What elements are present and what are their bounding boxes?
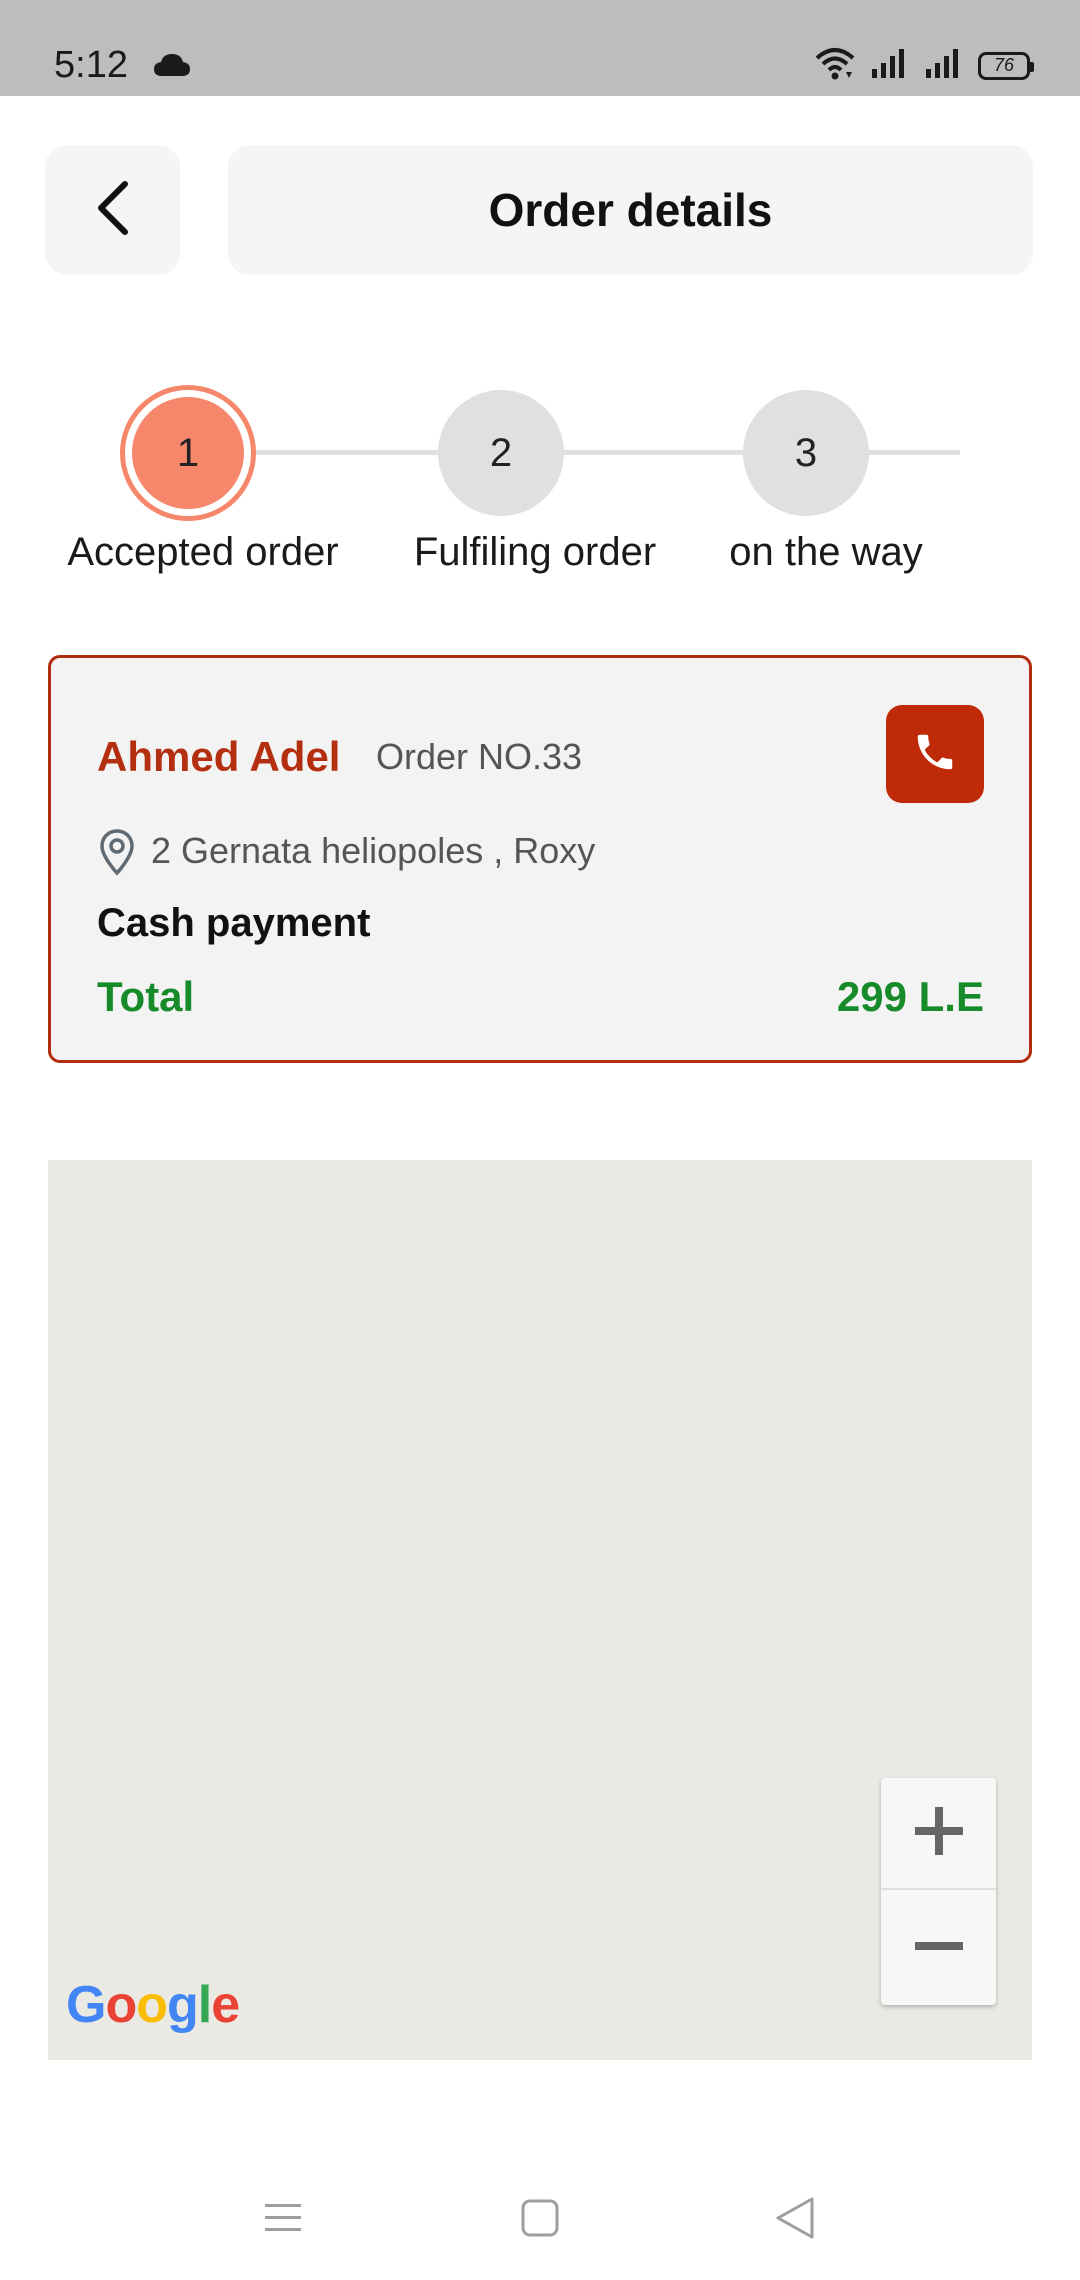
step-1-circle[interactable]: 1	[125, 390, 251, 516]
total-label: Total	[97, 973, 195, 1020]
status-bar: 5:12 76	[0, 0, 1080, 96]
step-3-label: on the way	[729, 530, 923, 574]
home-button[interactable]	[505, 2190, 575, 2250]
status-time: 5:12	[54, 44, 128, 86]
step-2-label: Fulfiling order	[413, 530, 657, 574]
battery-icon: 76	[978, 51, 1034, 80]
home-square-icon	[520, 2198, 560, 2243]
wifi-icon	[814, 46, 856, 85]
status-icons: 76	[814, 46, 1034, 85]
back-nav-button[interactable]	[760, 2190, 830, 2250]
minus-icon	[913, 1920, 965, 1977]
back-triangle-icon	[774, 2196, 816, 2245]
signal-icon	[924, 47, 964, 84]
menu-icon	[263, 2200, 303, 2241]
order-card: Ahmed Adel Order NO.33 2 Gernata heliopo…	[48, 655, 1032, 1063]
phone-icon	[912, 729, 958, 780]
step-1-label: Accepted order	[67, 530, 339, 574]
cloud-icon	[152, 52, 192, 85]
map-zoom-controls	[881, 1778, 996, 2005]
step-3-circle[interactable]: 3	[743, 390, 869, 516]
plus-icon	[913, 1805, 965, 1862]
signal-icon	[870, 47, 910, 84]
map-pin-icon	[97, 828, 137, 881]
total-value: 299 L.E	[836, 973, 984, 1020]
zoom-out-button[interactable]	[881, 1892, 996, 2004]
system-nav-bar	[0, 2160, 1080, 2280]
page-title: Order details	[488, 184, 773, 236]
order-number: Order NO.33	[376, 736, 583, 777]
customer-name: Ahmed Adel	[97, 733, 341, 780]
back-button[interactable]	[45, 145, 180, 275]
call-button[interactable]	[886, 705, 984, 803]
payment-method: Cash payment	[97, 901, 371, 945]
page-title-box: Order details	[228, 145, 1033, 275]
order-progress-stepper: 1 2 3 Accepted order Fulfiling order on …	[0, 380, 1080, 600]
delivery-address: 2 Gernata heliopoles , Roxy	[151, 830, 596, 871]
step-2-circle[interactable]: 2	[438, 390, 564, 516]
map-view[interactable]: Google	[48, 1160, 1032, 2060]
chevron-left-icon	[93, 180, 133, 241]
zoom-in-button[interactable]	[881, 1778, 996, 1890]
google-logo: Google	[66, 1976, 240, 2034]
menu-button[interactable]	[248, 2190, 318, 2250]
